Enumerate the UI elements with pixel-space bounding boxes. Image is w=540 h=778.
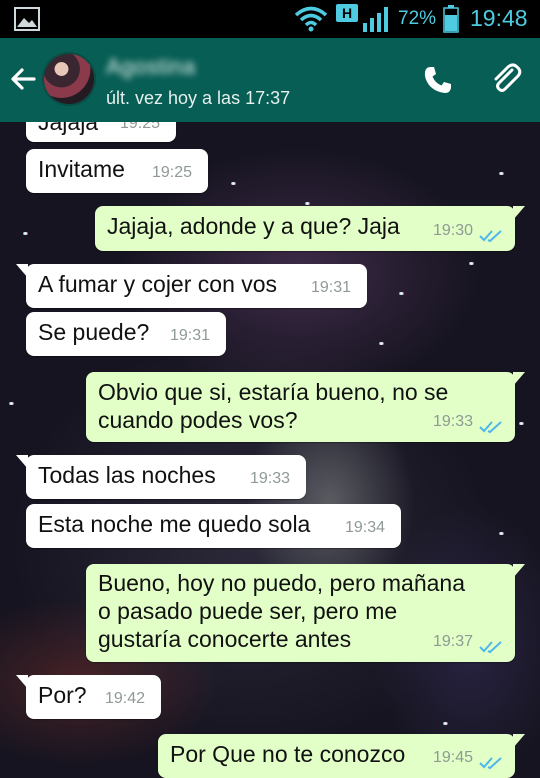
read-receipt-icon xyxy=(479,230,502,243)
bubble-tail xyxy=(513,734,525,748)
paperclip-icon[interactable] xyxy=(488,62,524,98)
last-seen-status[interactable]: últ. vez hoy a las 17:37 xyxy=(106,88,290,109)
battery-percent: 72% xyxy=(398,8,437,29)
wifi-icon xyxy=(294,6,328,32)
message-incoming[interactable]: Por? 19:42 xyxy=(16,675,161,719)
bubble-tail xyxy=(16,264,28,278)
gallery-icon xyxy=(14,7,40,31)
message-time: 19:31 xyxy=(310,279,351,296)
message-time: 19:31 xyxy=(169,327,210,344)
bubble-tail xyxy=(16,455,28,469)
message-incoming[interactable]: Se puede? 19:31 xyxy=(26,312,226,356)
message-outgoing[interactable]: Jajaja, adonde y a que? Jaja 19:30 xyxy=(95,206,525,251)
message-time: 19:33 xyxy=(249,470,290,487)
back-arrow-icon[interactable] xyxy=(8,64,38,94)
message-time: 19:37 xyxy=(432,633,473,650)
chat-header: Agostina últ. vez hoy a las 17:37 xyxy=(0,38,540,122)
clock: 19:48 xyxy=(470,5,528,31)
message-incoming[interactable]: Todas las noches 19:33 xyxy=(16,455,306,499)
battery-icon xyxy=(443,5,459,33)
bubble-tail xyxy=(513,206,525,220)
bubble-tail xyxy=(513,372,525,386)
signal-icon xyxy=(363,7,388,32)
message-time: 19:33 xyxy=(432,413,473,430)
message-time: 19:45 xyxy=(432,749,473,766)
bubble-tail xyxy=(513,564,525,578)
chat-background[interactable]: Jajaja 19:25 Invitame 19:25 Jajaja, adon… xyxy=(0,122,540,778)
message-time: 19:42 xyxy=(104,690,145,707)
message-time: 19:34 xyxy=(344,519,385,536)
message-time: 19:30 xyxy=(432,222,473,239)
message-incoming[interactable]: Invitame 19:25 xyxy=(26,149,208,193)
message-time: 19:25 xyxy=(119,122,160,132)
contact-name[interactable]: Agostina xyxy=(106,54,196,80)
message-outgoing[interactable]: Por Que no te conozco 19:45 xyxy=(158,734,525,778)
message-time: 19:25 xyxy=(151,164,192,181)
contact-avatar[interactable] xyxy=(42,52,96,106)
network-type-badge: H xyxy=(336,4,358,22)
message-incoming[interactable]: Esta noche me quedo sola 19:34 xyxy=(26,504,401,548)
read-receipt-icon xyxy=(479,757,502,770)
message-outgoing[interactable]: Bueno, hoy no puedo, pero mañana o pasad… xyxy=(86,564,525,662)
bubble-tail xyxy=(16,675,28,689)
message-outgoing[interactable]: Obvio que si, estaría bueno, no se cuand… xyxy=(86,372,525,442)
status-bar: H 72% 19:48 xyxy=(0,0,540,38)
message-incoming[interactable]: Jajaja 19:25 xyxy=(26,122,176,142)
message-incoming[interactable]: A fumar y cojer con vos 19:31 xyxy=(16,264,367,308)
phone-icon[interactable] xyxy=(422,64,454,96)
read-receipt-icon xyxy=(479,421,502,434)
read-receipt-icon xyxy=(479,641,502,654)
